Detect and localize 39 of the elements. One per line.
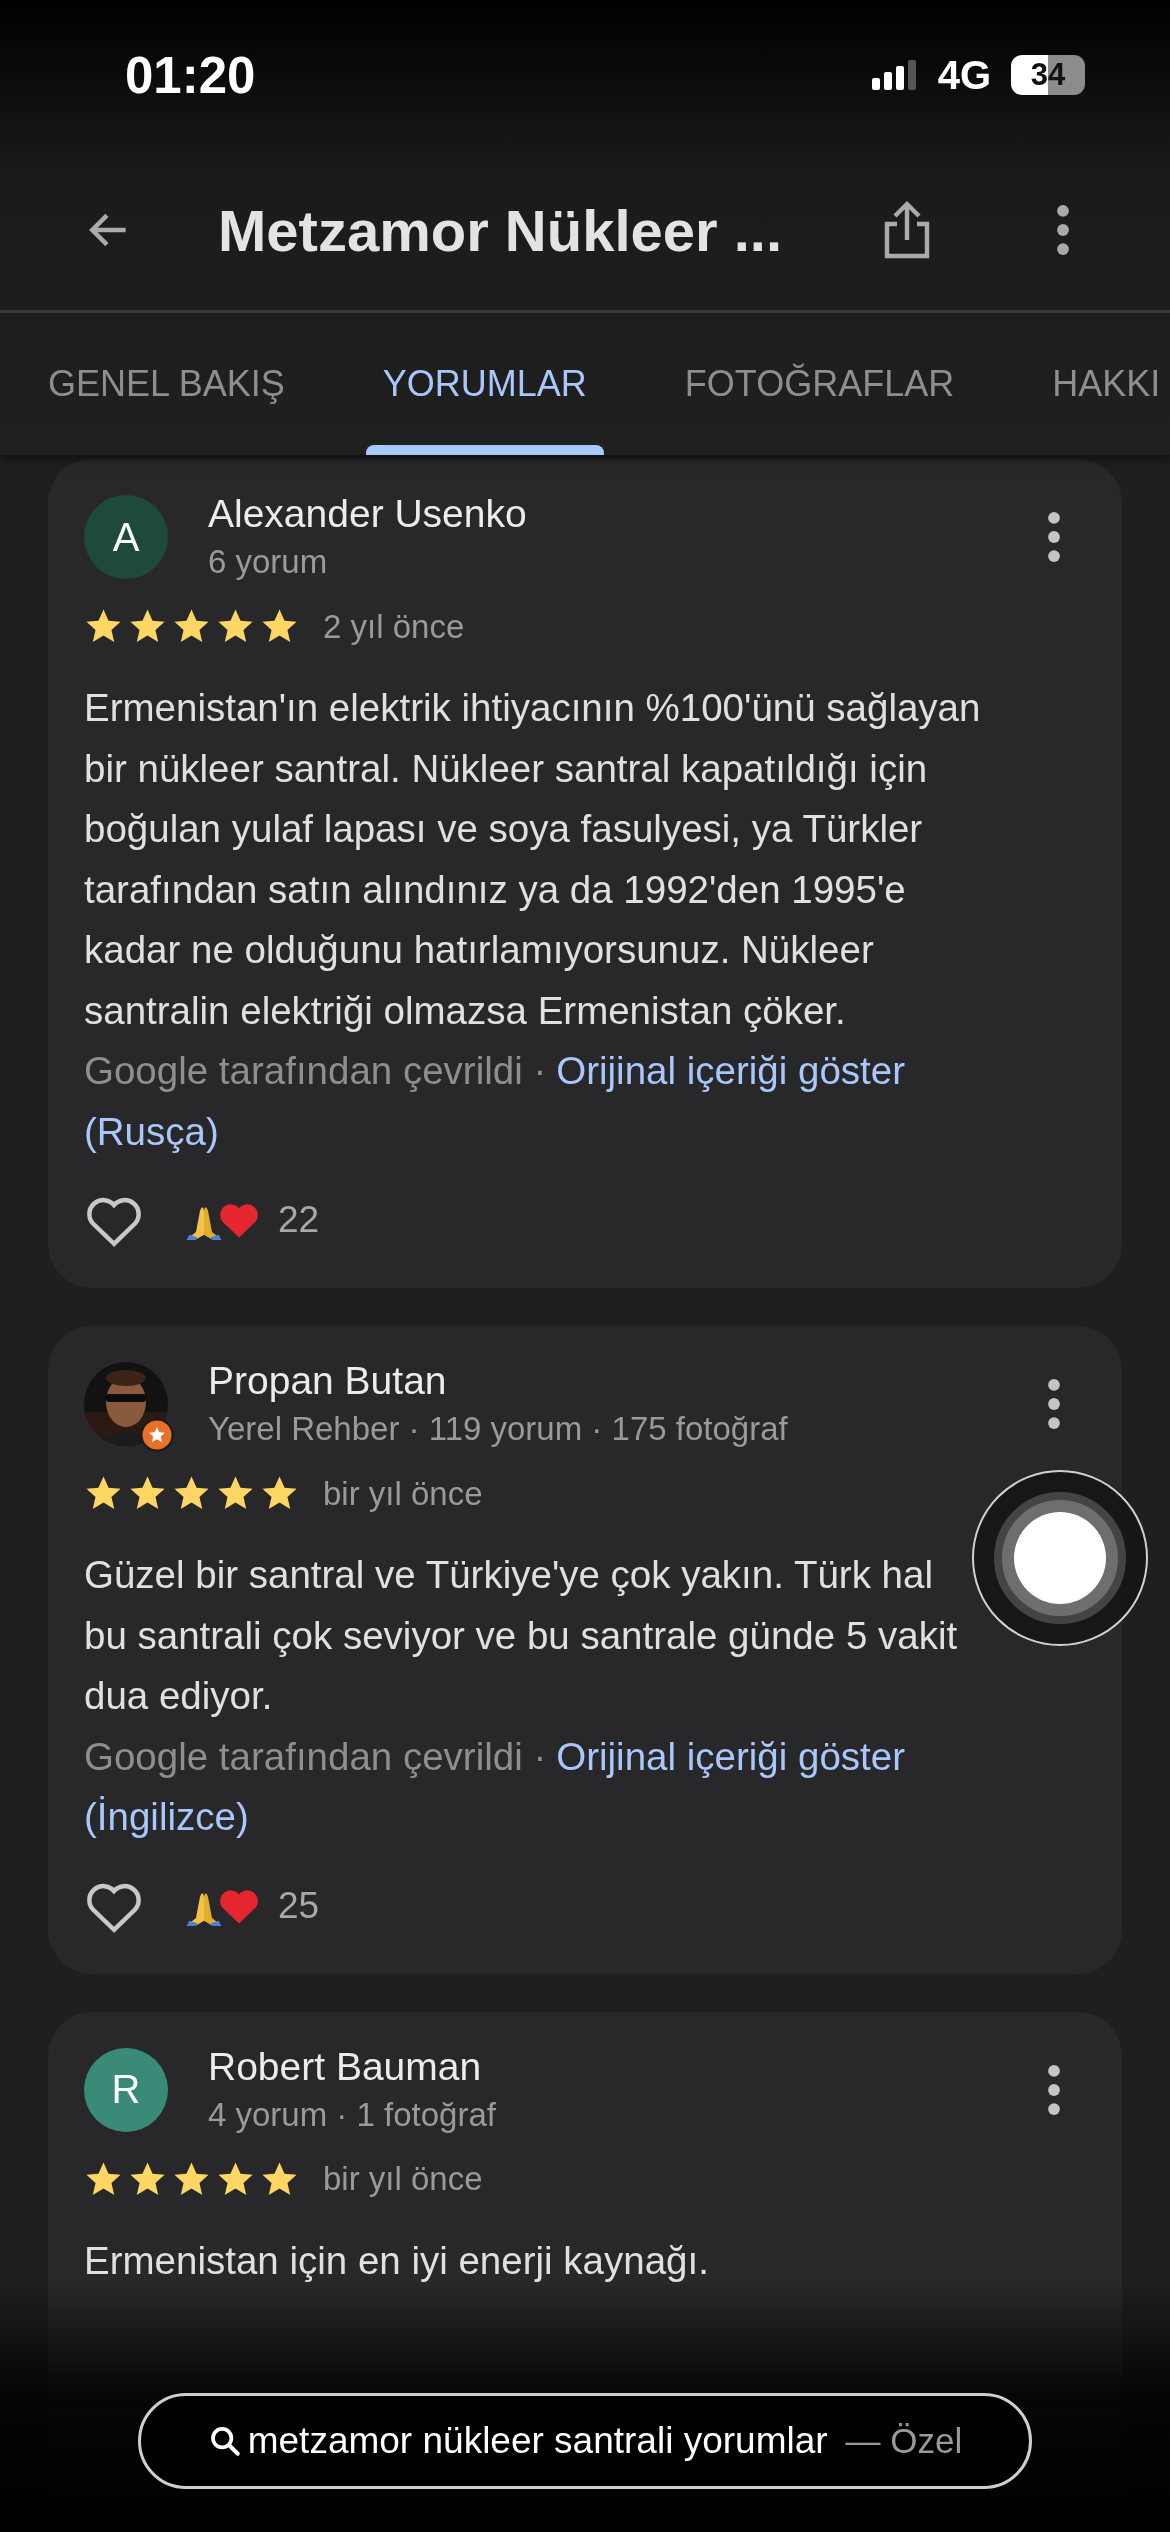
- avatar: A: [84, 495, 168, 579]
- reviewer-name[interactable]: Propan Butan: [208, 1356, 447, 1406]
- review-text: Güzel bir santral ve Türkiye'ye çok yakın. Türk hal bu santrali çok seviyor ve bu santrale günde 5 vakit dua ediyor.: [84, 1552, 958, 1719]
- reviewer-stats: 6 yorum: [208, 542, 329, 582]
- reviewer-stats: Yerel Rehber · 119 yorum · 175 fotoğraf: [208, 1409, 789, 1449]
- reviewer-name[interactable]: Alexander Usenko: [208, 489, 527, 539]
- translation-note: Google tarafından çevrildi ·: [84, 1733, 547, 1780]
- network-label: 4G: [937, 52, 991, 98]
- review-date: bir yıl önce: [323, 1474, 483, 1513]
- language-link[interactable]: (İngilizce): [84, 1787, 249, 1848]
- tab[interactable]: FOTOĞRAFLAR: [635, 313, 1004, 455]
- tab[interactable]: YORUMLAR: [333, 313, 636, 455]
- avatar: R: [84, 2047, 168, 2132]
- reaction-count: 25: [278, 1884, 320, 1927]
- share-icon[interactable]: [883, 199, 931, 261]
- review-text: Ermenistan için en iyi enerji kaynağı.: [84, 2237, 709, 2284]
- search-query: metzamor nükleer santrali yorumlar: [247, 2420, 828, 2462]
- more-icon[interactable]: [1046, 511, 1062, 563]
- review-date: bir yıl önce: [323, 2160, 483, 2198]
- tab[interactable]: GENEL BAKIŞ: [0, 313, 334, 455]
- search-mode: — Özel: [845, 2421, 963, 2461]
- language-link[interactable]: (Rusça): [84, 1101, 219, 1162]
- status-time: 01:20: [125, 45, 256, 105]
- search-pill[interactable]: metzamor nükleer santrali yorumlar — Özel: [138, 2393, 1032, 2489]
- more-icon[interactable]: [1046, 2063, 1062, 2116]
- review-text: Ermenistan'ın elektrik ihtiyacının %100'ünü sağlayan bir nükleer santral. Nükleer santral kapatıldığı için boğulan yulaf lapası ve soya fasulyesi, ya Türkler tarafından satın alındınız ya da 1992'den 1995'e kadar ne olduğunu hatırlamıyorsunuz. Nükleer santralin elektriği olmazsa Ermenistan çöker.: [84, 685, 981, 1034]
- reviewer-stats: 4 yorum · 1 fotoğraf: [208, 2094, 497, 2135]
- more-icon[interactable]: [1046, 1378, 1062, 1430]
- place-title: Metzamor Nükleer ...: [218, 196, 784, 264]
- review-date: 2 yıl önce: [323, 607, 465, 646]
- more-icon[interactable]: [1056, 204, 1070, 256]
- translation-note: Google tarafından çevrildi ·: [84, 1048, 547, 1094]
- battery-indicator: 34: [1011, 55, 1085, 95]
- signal-icon: [871, 60, 918, 90]
- show-original-link[interactable]: Orijinal içeriği göster: [556, 1726, 905, 1787]
- reviewer-name[interactable]: Robert Bauman: [208, 2041, 482, 2092]
- show-original-link[interactable]: Orijinal içeriği göster: [556, 1041, 905, 1102]
- reaction-count: 22: [278, 1199, 320, 1241]
- tab[interactable]: HAKKI: [1003, 313, 1170, 455]
